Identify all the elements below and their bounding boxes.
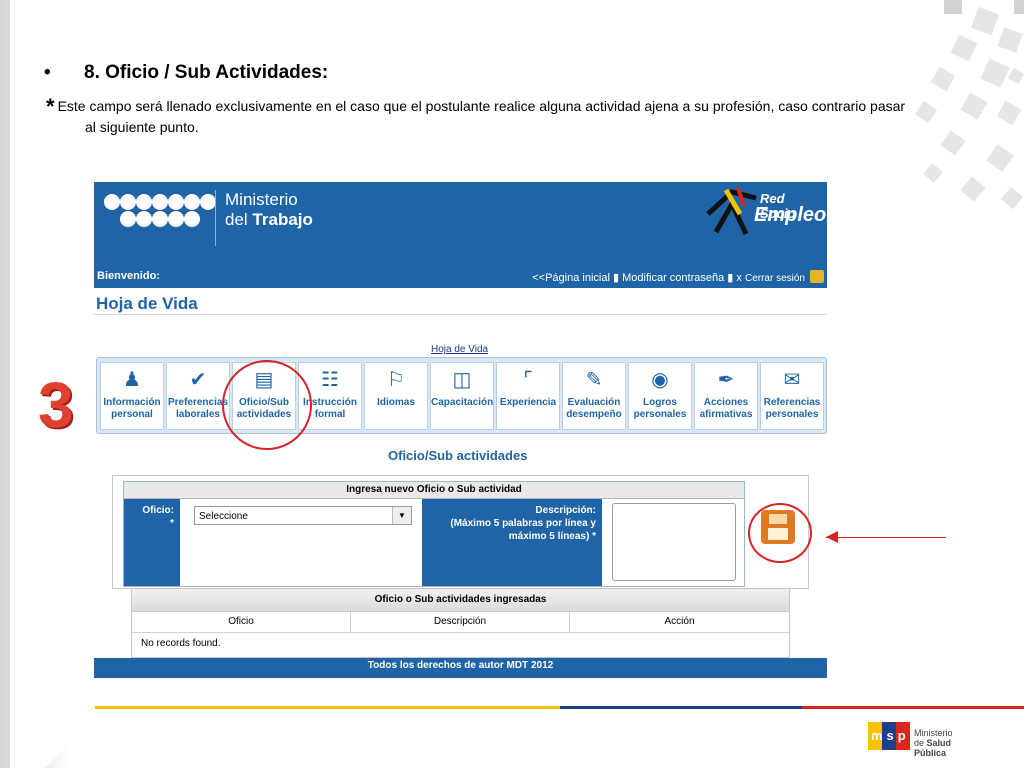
tab-experiencia[interactable]: ⌜ Experiencia [496, 362, 560, 430]
oficio-label-cell: Oficio: * [124, 499, 180, 586]
slide-heading: • 8. Oficio / Sub Actividades: [44, 62, 328, 84]
oficio-select-value: Seleccione [199, 511, 248, 522]
annotation-arrow-line [826, 537, 946, 538]
oficio-label: Oficio: [142, 505, 174, 516]
tab-label: personales [765, 409, 819, 420]
msp-logo-line-2-pre: de [914, 738, 927, 748]
tab-label: afirmativas [699, 409, 753, 420]
tab-referencias-personales[interactable]: ✉ Referencias personales [760, 362, 824, 430]
tab-label: personal [111, 409, 153, 420]
descripcion-textarea[interactable] [612, 503, 736, 581]
tab-label: Capacitación [431, 397, 494, 408]
grid-title: Oficio o Sub actividades ingresadas [132, 589, 789, 612]
ministry-line-2-pre: del [225, 210, 253, 229]
oficio-select[interactable]: Seleccione ▼ [194, 506, 412, 525]
form-table: Ingresa nuevo Oficio o Sub actividad Ofi… [123, 481, 745, 587]
banner-divider [215, 190, 216, 246]
page-title: Hoja de Vida [96, 294, 198, 313]
pen-icon: ✒ [717, 369, 735, 391]
person-icon: ♟ [123, 369, 141, 391]
tab-logros-personales[interactable]: ◉ Logros personales [628, 362, 692, 430]
tab-label: Referencias [763, 397, 821, 408]
tab-label: laborales [176, 409, 220, 420]
oficio-required-mark: * [170, 518, 174, 529]
speech-icon: ⚐ [387, 369, 405, 391]
entered-oficios-grid: Oficio o Sub actividades ingresadas Ofic… [131, 588, 790, 658]
column-header-oficio[interactable]: Oficio [132, 612, 351, 632]
logout-x[interactable]: x [736, 272, 742, 284]
brand-line-2: Empleo [754, 204, 827, 226]
separator-icon: ▮ [612, 272, 620, 284]
chevron-down-icon[interactable]: ▼ [392, 507, 411, 524]
descripcion-label-cell: Descripción: (Máximo 5 palabras por líne… [422, 499, 602, 586]
tab-label: Acciones [703, 397, 749, 408]
tab-preferencias-laborales[interactable]: ✔ Preferencias laborales [166, 362, 230, 430]
ministry-logo-text: Ministerio del Trabajo [225, 190, 313, 230]
checkmark-icon: ✔ [189, 369, 207, 391]
medal-icon: ◉ [651, 369, 669, 391]
tab-label: Idiomas [377, 397, 415, 408]
tab-label: Información [103, 397, 161, 408]
highlight-circle-save [748, 503, 812, 563]
bottom-color-stripe [95, 706, 1024, 709]
tab-idiomas[interactable]: ⚐ Idiomas [364, 362, 428, 430]
tab-informacion-personal[interactable]: ♟ Información personal [100, 362, 164, 430]
tab-capacitacion[interactable]: ◫ Capacitación [430, 362, 494, 430]
tab-evaluacion-desempeno[interactable]: ✎ Evaluación desempeño [562, 362, 626, 430]
tab-label: Logros [643, 397, 677, 408]
presentation-icon: ◫ [452, 369, 472, 391]
ministry-line-2-bold: Trabajo [252, 210, 313, 229]
msp-logo-line-1: Ministerio [914, 728, 953, 738]
bullet-marker: • [44, 62, 51, 83]
column-header-descripcion[interactable]: Descripción [351, 612, 570, 632]
note-line-1: Este campo será llenado exclusivamente e… [57, 98, 906, 114]
descripcion-hint-1: (Máximo 5 palabras por línea y [450, 518, 596, 529]
app-banner: Ministerio del Trabajo Red Socio Empleo [94, 182, 827, 266]
new-oficio-form: Ingresa nuevo Oficio o Sub actividad Ofi… [112, 475, 809, 589]
welcome-bar: Bienvenido: <<Página inicial ▮ Modificar… [94, 266, 827, 288]
app-footer: Todos los derechos de autor MDT 2012 [94, 658, 827, 678]
welcome-label: Bienvenido: [97, 270, 160, 282]
red-socio-empleo-logo: Red Socio Empleo [702, 182, 826, 246]
tab-label: Evaluación [567, 397, 621, 408]
separator-icon: ▮ [727, 272, 734, 284]
stairs-icon: ⌜ [523, 369, 533, 391]
home-link[interactable]: <<Página inicial [532, 272, 610, 284]
cv-section-tabs: ♟ Información personal ✔ Preferencias la… [96, 357, 827, 434]
breadcrumb-link[interactable]: Hoja de Vida [431, 344, 488, 355]
msp-logo-text: Ministerio de Salud Pública [914, 728, 984, 758]
grid-empty-message: No records found. [141, 638, 221, 649]
step-number-3: 3 [38, 369, 74, 441]
edit-icon: ✎ [585, 369, 603, 391]
annotation-arrow-head-icon [826, 531, 838, 543]
change-password-link[interactable]: Modificar contraseña [622, 272, 724, 284]
form-title: Ingresa nuevo Oficio o Sub actividad [124, 482, 744, 499]
column-header-accion[interactable]: Acción [570, 612, 789, 632]
logout-link[interactable]: Cerrar sesión [745, 273, 805, 284]
msp-logo-letters: msp [871, 728, 910, 743]
chat-icon: ✉ [783, 369, 801, 391]
lock-icon[interactable] [810, 270, 824, 283]
tab-label: Experiencia [499, 397, 557, 408]
red-socio-figure-icon [706, 187, 757, 236]
tab-label: personales [633, 409, 687, 420]
ministry-line-1: Ministerio [225, 190, 298, 209]
title-divider [94, 314, 827, 315]
tab-label: desempeño [566, 409, 622, 420]
tab-acciones-afirmativas[interactable]: ✒ Acciones afirmativas [694, 362, 758, 430]
highlight-circle-tab [222, 360, 312, 450]
descripcion-hint-2: máximo 5 líneas) * [508, 531, 596, 542]
embedded-app-screenshot: Ministerio del Trabajo Red Socio Empleo … [94, 182, 827, 678]
section-title: Oficio/Sub actividades [388, 448, 528, 463]
grid-header-row: Oficio Descripción Acción [132, 612, 789, 633]
slide-note: * Este campo será llenado exclusivamente … [46, 96, 936, 138]
tab-label: Preferencias [167, 397, 229, 408]
heading-text: 8. Oficio / Sub Actividades: [84, 62, 329, 83]
top-links: <<Página inicial ▮ Modificar contraseña … [532, 271, 805, 284]
note-line-2: al siguiente punto. [85, 119, 199, 135]
descripcion-label: Descripción: [535, 505, 596, 516]
note-star: * [46, 94, 55, 119]
